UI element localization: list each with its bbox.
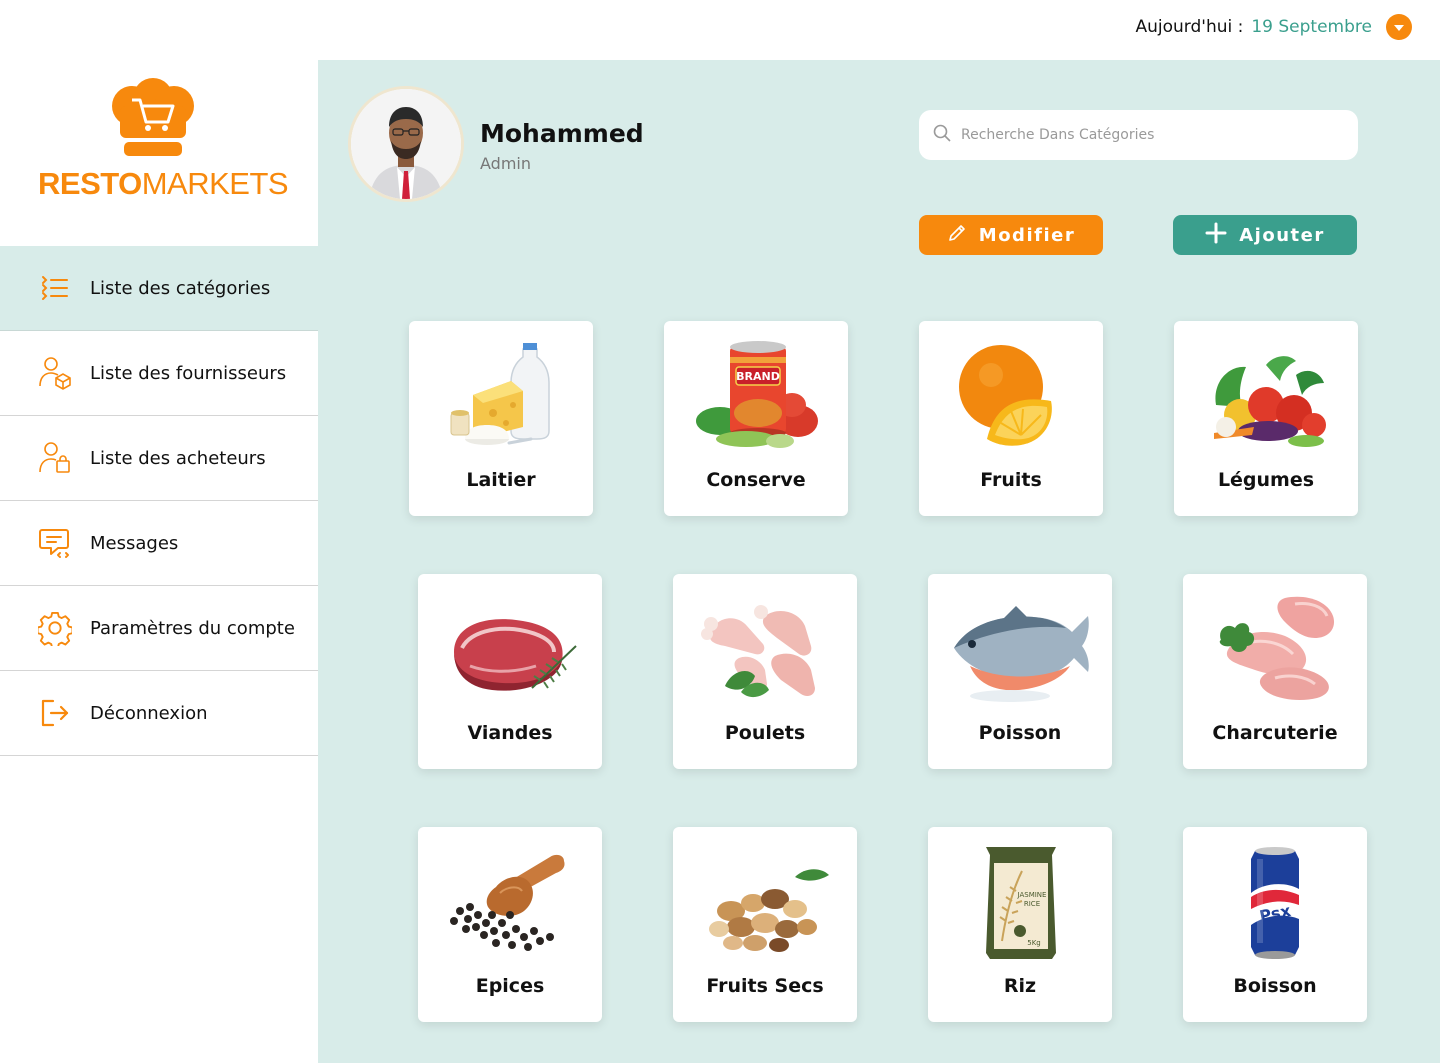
- category-card-charcuterie[interactable]: Charcuterie: [1183, 574, 1367, 769]
- category-card-viandes[interactable]: Viandes: [418, 574, 602, 769]
- nuts-icon: [695, 841, 835, 961]
- category-label: Légumes: [1217, 469, 1315, 491]
- category-label: Fruits: [980, 469, 1042, 491]
- supplier-icon: [38, 356, 72, 390]
- category-card-laitier[interactable]: Laitier: [409, 321, 593, 516]
- category-label: Laitier: [466, 469, 536, 491]
- category-label: Charcuterie: [1212, 722, 1338, 744]
- profile-name: Mohammed: [480, 119, 644, 148]
- category-card-fruits-secs[interactable]: Fruits Secs: [673, 827, 857, 1022]
- ham-icon: [1205, 588, 1345, 708]
- category-card-riz[interactable]: JASMINE RICE 5Kg Riz: [928, 827, 1112, 1022]
- brand-logo[interactable]: RESTOMARKETS: [38, 78, 289, 218]
- category-card-poisson[interactable]: Poisson: [928, 574, 1112, 769]
- sidebar-item-label: Messages: [90, 532, 179, 554]
- soda-can-icon: Psx: [1205, 841, 1345, 961]
- sidebar-item-label: Liste des acheteurs: [90, 447, 266, 469]
- add-button[interactable]: Ajouter: [1173, 215, 1357, 255]
- add-button-label: Ajouter: [1239, 224, 1325, 246]
- sidebar-item-label: Déconnexion: [90, 702, 208, 724]
- category-label: Boisson: [1233, 975, 1317, 997]
- category-card-conserve[interactable]: BRAND Conserve: [664, 321, 848, 516]
- list-icon: [38, 271, 72, 305]
- date-label: Aujourd'hui :: [1135, 17, 1244, 37]
- search-input[interactable]: [961, 127, 1341, 143]
- category-label: Conserve: [706, 469, 806, 491]
- search-box[interactable]: [919, 110, 1358, 160]
- fish-icon: [950, 588, 1090, 708]
- sidebar-item-categories[interactable]: Liste des catégories: [0, 246, 318, 331]
- modify-button[interactable]: Modifier: [919, 215, 1103, 255]
- category-label: Viandes: [467, 722, 553, 744]
- category-label: Fruits Secs: [706, 975, 824, 997]
- svg-text:RICE: RICE: [1024, 900, 1040, 908]
- category-card-epices[interactable]: Epices: [418, 827, 602, 1022]
- sidebar-nav: Liste des catégories Liste des fournisse…: [0, 246, 318, 756]
- sidebar-item-logout[interactable]: Déconnexion: [0, 671, 318, 756]
- top-bar: Aujourd'hui : 19 Septembre: [0, 0, 1440, 60]
- category-label: Riz: [1003, 975, 1037, 997]
- meat-icon: [440, 588, 580, 708]
- chef-hat-cart-icon: [112, 78, 194, 156]
- chevron-down-icon[interactable]: [1386, 14, 1412, 40]
- dairy-icon: [431, 335, 571, 455]
- sidebar-item-settings[interactable]: Paramètres du compte: [0, 586, 318, 671]
- category-card-legumes[interactable]: Légumes: [1174, 321, 1358, 516]
- modify-button-label: Modifier: [978, 224, 1076, 246]
- orange-icon: [941, 335, 1081, 455]
- logout-icon: [38, 696, 72, 730]
- chicken-icon: [695, 588, 835, 708]
- date-display: Aujourd'hui : 19 Septembre: [1135, 14, 1412, 40]
- category-card-fruits[interactable]: Fruits: [919, 321, 1103, 516]
- sidebar-item-messages[interactable]: Messages: [0, 501, 318, 586]
- rice-bag-icon: JASMINE RICE 5Kg: [950, 841, 1090, 961]
- sidebar-item-label: Liste des fournisseurs: [90, 362, 287, 384]
- svg-text:JASMINE: JASMINE: [1017, 891, 1047, 899]
- avatar[interactable]: [348, 86, 464, 202]
- sidebar-item-label: Paramètres du compte: [90, 617, 295, 639]
- category-card-poulets[interactable]: Poulets: [673, 574, 857, 769]
- main-panel: Mohammed Admin Modifier Ajouter: [318, 60, 1440, 1063]
- profile-role: Admin: [480, 154, 531, 173]
- svg-text:BRAND: BRAND: [736, 370, 780, 383]
- sidebar-item-label: Liste des catégories: [90, 277, 271, 299]
- gear-icon: [38, 611, 72, 646]
- search-icon: [933, 124, 951, 146]
- category-label: Poisson: [978, 722, 1062, 744]
- buyer-icon: [38, 441, 72, 475]
- plus-icon: [1205, 222, 1227, 249]
- spices-icon: [440, 841, 580, 961]
- brand-name: RESTOMARKETS: [38, 166, 289, 201]
- sidebar-item-buyers[interactable]: Liste des acheteurs: [0, 416, 318, 501]
- category-label: Epices: [475, 975, 545, 997]
- category-card-boisson[interactable]: Psx Boisson: [1183, 827, 1367, 1022]
- category-label: Poulets: [724, 722, 806, 744]
- pencil-icon: [947, 223, 967, 248]
- message-icon: [38, 526, 72, 560]
- sidebar-item-suppliers[interactable]: Liste des fournisseurs: [0, 331, 318, 416]
- vegetables-icon: [1196, 335, 1336, 455]
- svg-text:5Kg: 5Kg: [1027, 939, 1041, 947]
- date-value: 19 Septembre: [1251, 17, 1372, 37]
- profile-text: Mohammed Admin: [480, 119, 644, 173]
- sidebar: RESTOMARKETS Liste des catégories Liste …: [0, 60, 318, 1063]
- user-profile: Mohammed Admin: [348, 86, 644, 202]
- canned-food-icon: BRAND: [686, 335, 826, 455]
